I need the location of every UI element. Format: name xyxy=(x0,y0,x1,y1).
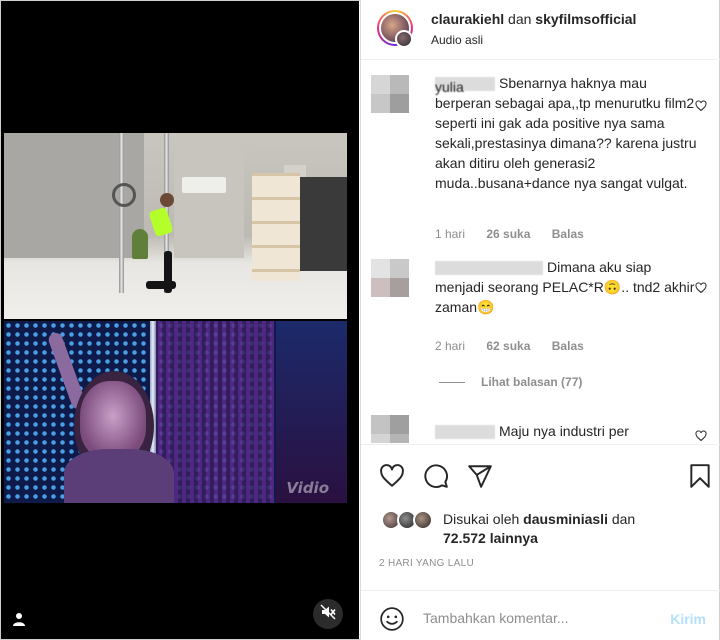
collaborator-avatar[interactable] xyxy=(395,30,413,48)
likes-middle: dan xyxy=(607,511,636,527)
likes-count[interactable]: 72.572 lainnya xyxy=(443,530,538,546)
commenter-avatar[interactable] xyxy=(371,75,409,113)
likes-line-2[interactable]: 72.572 lainnya xyxy=(443,530,538,546)
video-frame-stage: Vidio xyxy=(4,321,347,503)
collaborator-username[interactable]: skyfilmsofficial xyxy=(535,11,636,27)
comment-body: Sbenarnya haknya mau berperan sebagai ap… xyxy=(435,75,697,191)
post-actions xyxy=(361,444,720,488)
commenter-username[interactable] xyxy=(435,425,495,440)
heart-icon[interactable] xyxy=(379,463,405,489)
heart-icon[interactable] xyxy=(695,281,707,294)
video-player[interactable]: Vidio xyxy=(1,1,359,639)
comment-age[interactable]: 2 hari xyxy=(435,339,465,353)
comment-likes[interactable]: 62 suka xyxy=(486,339,530,353)
post-header: claurakiehl dan skyfilmsofficial Audio a… xyxy=(361,0,720,60)
comment-text: Dimana aku siap menjadi seorang PELAC*R🙃… xyxy=(435,257,697,317)
likes-prefix: Disukai oleh xyxy=(443,511,524,527)
volume-muted-icon xyxy=(320,604,336,625)
liker-avatars[interactable] xyxy=(381,510,437,530)
post-date[interactable]: 2 HARI YANG LALU xyxy=(379,558,474,569)
share-icon[interactable] xyxy=(467,463,493,489)
video-frame-studio xyxy=(4,133,347,319)
heart-icon[interactable] xyxy=(695,99,707,112)
comment-meta: 2 hari 62 suka Balas xyxy=(435,339,602,353)
view-replies-button[interactable]: Lihat balasan (77) xyxy=(439,375,582,389)
comment-icon[interactable] xyxy=(423,463,449,489)
bookmark-icon[interactable] xyxy=(687,463,713,489)
post-authors: claurakiehl dan skyfilmsofficial xyxy=(431,11,636,27)
comment-text: yulia Sbenarnya haknya mau berperan sebag… xyxy=(435,73,697,193)
comment-input[interactable] xyxy=(423,608,643,628)
reply-button[interactable]: Balas xyxy=(552,227,584,241)
mute-button[interactable] xyxy=(313,599,343,629)
reply-button[interactable]: Balas xyxy=(552,339,584,353)
liker-username[interactable]: dausminiasli xyxy=(523,511,608,527)
commenter-avatar[interactable] xyxy=(371,259,409,297)
emoji-icon[interactable] xyxy=(379,606,405,632)
audio-label[interactable]: Audio asli xyxy=(431,33,483,47)
commenter-avatar[interactable] xyxy=(371,415,409,443)
comments-list[interactable]: yulia Sbenarnya haknya mau berperan sebag… xyxy=(361,61,720,443)
comment-meta: 1 hari 26 suka Balas xyxy=(435,227,602,241)
vidio-watermark: Vidio xyxy=(286,479,329,497)
heart-icon[interactable] xyxy=(695,429,707,442)
post-sidebar: claurakiehl dan skyfilmsofficial Audio a… xyxy=(360,0,720,640)
comment-age[interactable]: 1 hari xyxy=(435,227,465,241)
commenter-username[interactable] xyxy=(435,261,543,276)
author-username[interactable]: claurakiehl xyxy=(431,11,504,27)
authors-connector: dan xyxy=(504,11,536,27)
user-icon[interactable] xyxy=(11,611,27,627)
comment-text: Maju nya industri per xyxy=(435,421,697,441)
commenter-username[interactable]: yulia xyxy=(435,77,495,95)
post-comment-button[interactable]: Kirim xyxy=(670,611,706,627)
likes-summary: Disukai oleh dausminiasli dan 72.572 lai… xyxy=(381,508,711,548)
likes-line-1: Disukai oleh dausminiasli dan xyxy=(443,511,635,527)
comment-likes[interactable]: 26 suka xyxy=(486,227,530,241)
comment-body: Maju nya industri per xyxy=(499,423,629,439)
add-comment-bar: Kirim xyxy=(361,590,720,640)
